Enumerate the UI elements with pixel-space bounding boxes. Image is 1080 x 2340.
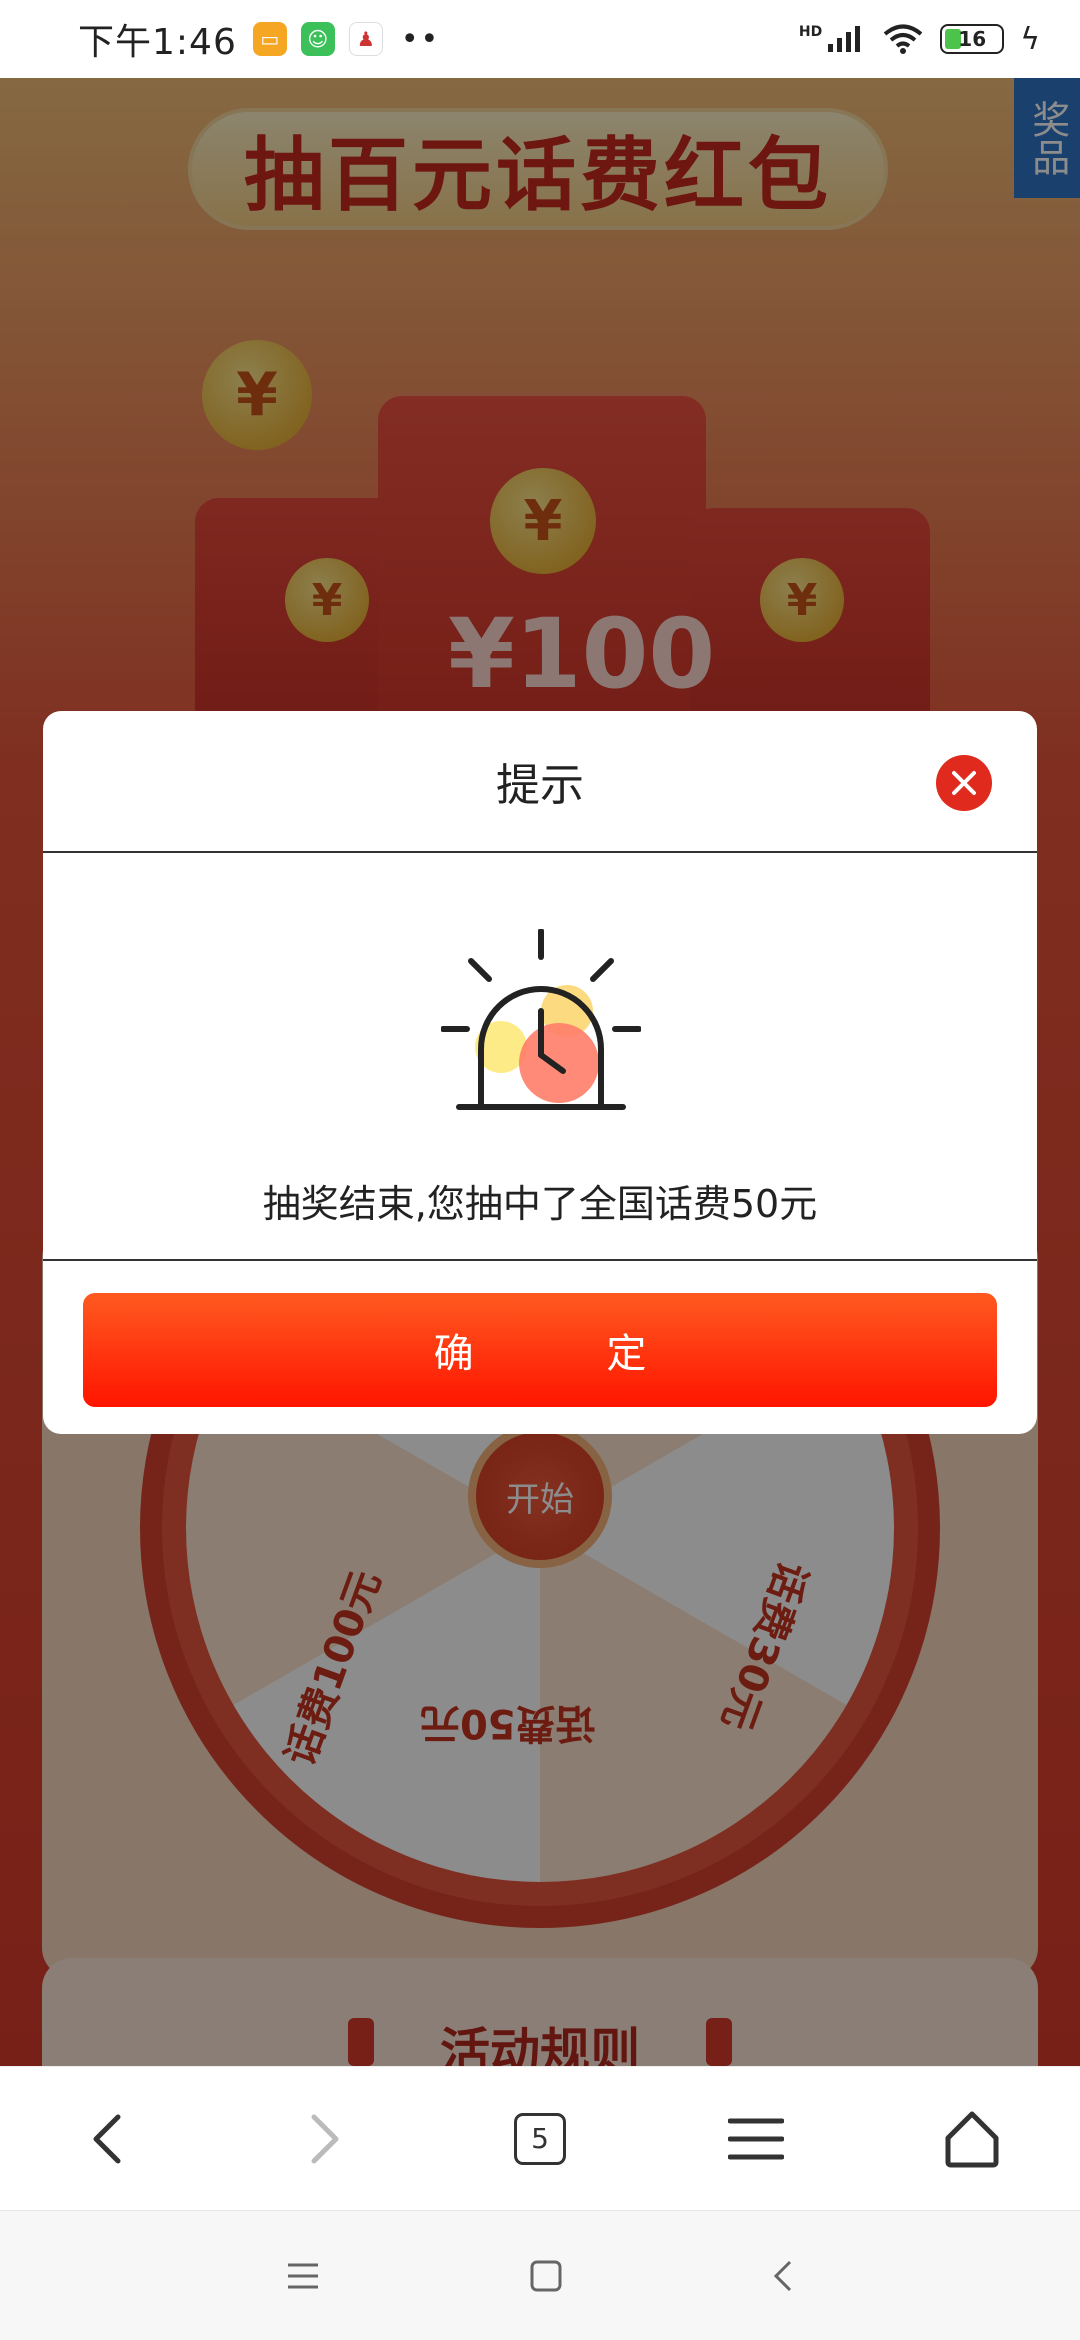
system-back-icon[interactable] [772,2259,794,2293]
wifi-icon [883,24,923,54]
dialog-header: 提示 [43,711,1037,853]
more-notifications-icon: •• [400,21,441,57]
home-button[interactable] [922,2089,1022,2189]
dialog-title: 提示 [496,760,584,811]
network-hd-label: HD [798,24,823,40]
result-message: 抽奖结束,您抽中了全国话费50元 [262,1182,818,1226]
menu-icon [728,2118,784,2159]
system-home-icon[interactable] [530,2260,562,2292]
back-button[interactable] [58,2089,158,2189]
status-time: 下午1:46 [78,22,237,63]
battery-icon: 16 [940,24,1005,54]
system-nav-bar [0,2210,1080,2340]
notification-icons: ▭ ☺ ♟ [252,22,383,56]
back-arrow-icon [93,2114,121,2163]
recent-apps-icon[interactable] [286,2261,320,2291]
charging-icon: ϟ [1020,21,1040,57]
tab-count: 5 [514,2112,566,2165]
forward-button[interactable] [274,2089,374,2189]
browser-toolbar: 5 [0,2066,1080,2210]
forward-arrow-icon [311,2114,339,2163]
game-app-icon: ♟ [348,22,383,56]
tabs-button[interactable]: 5 [490,2089,590,2189]
close-button[interactable] [936,755,992,811]
alarm-clock-icon [441,929,641,1110]
assistant-app-icon: ☺ [300,22,335,56]
message-app-icon: ▭ [252,22,287,56]
dialog-body: 抽奖结束,您抽中了全国话费50元 [43,853,1037,1261]
status-right: HD 16 ϟ [799,22,1040,57]
confirm-button[interactable]: 确 定 [83,1293,997,1407]
close-icon [952,771,976,795]
screen: 下午1:46 ▭ ☺ ♟ •• HD 16 ϟ 抽百元话费红包 奖品 ¥ ¥ ¥… [0,0,1080,2340]
battery-level: 16 [958,27,987,51]
signal-icon [828,26,861,52]
status-bar: 下午1:46 ▭ ☺ ♟ •• HD 16 ϟ [0,0,1080,78]
menu-button[interactable] [706,2089,806,2189]
result-dialog: 提示 抽奖结束,您抽中了全国话费50元 确 定 [43,711,1037,1434]
home-icon [945,2111,999,2167]
